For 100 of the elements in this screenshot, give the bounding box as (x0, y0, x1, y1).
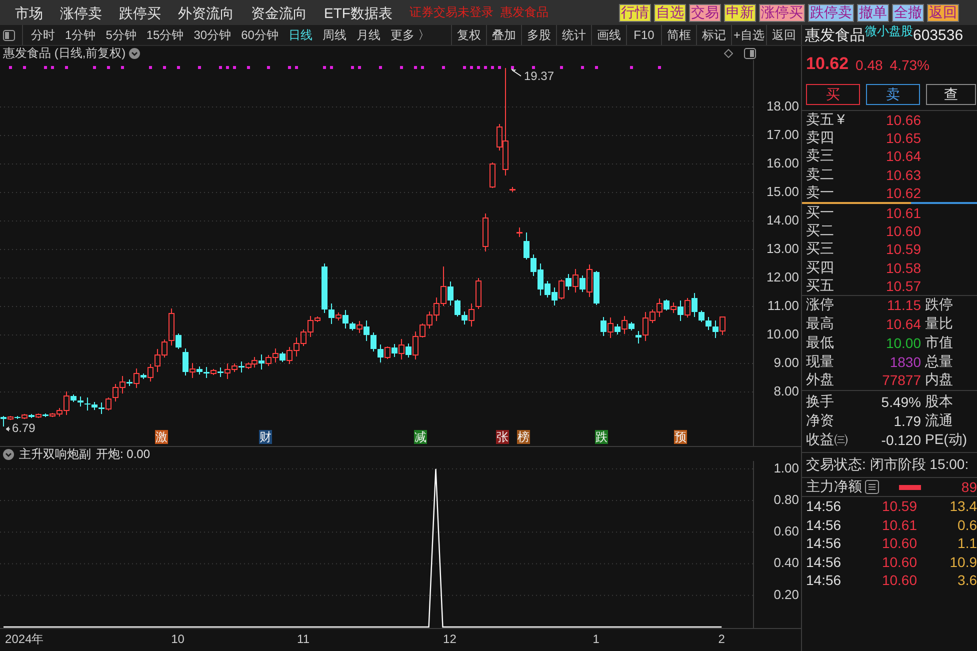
quick-action-button[interactable]: 申新 (724, 4, 756, 22)
stat-label: 最低 (806, 334, 835, 352)
menu-item[interactable]: 资金流向 (251, 4, 307, 20)
tool-button[interactable]: 叠加 (486, 25, 521, 45)
stock-code: 603536 (913, 27, 964, 45)
period-tab[interactable]: 周线 (318, 28, 350, 42)
ask-label: 卖四 (806, 129, 834, 148)
net-flow-value: 89 (961, 479, 977, 496)
low-price-label: 6.79 (12, 421, 36, 436)
x-axis-label: 10 (171, 632, 184, 646)
y-axis-label: 15.00 (766, 184, 799, 199)
rising-candle (510, 186, 516, 193)
list-icon[interactable] (865, 480, 879, 494)
trade-price: 10.60 (880, 554, 917, 570)
trade-price: 10.60 (880, 572, 917, 588)
stat-value: 10.64 (884, 316, 921, 332)
y-axis-label: 0.40 (774, 555, 799, 570)
ask-price: 10.66 (884, 112, 921, 128)
menu-item[interactable]: 外资流向 (178, 4, 234, 20)
period-tab[interactable]: 60分钟 (237, 28, 282, 42)
period-tab[interactable]: 月线 (352, 28, 384, 42)
period-tab[interactable]: 30分钟 (190, 28, 236, 42)
trade-price: 10.59 (880, 498, 917, 514)
leader-arrow (511, 69, 522, 76)
event-marker[interactable]: 张 (496, 430, 509, 444)
y-axis-label: 8.00 (774, 383, 799, 398)
y-axis-label: 10.00 (766, 326, 799, 342)
quick-action-button[interactable]: 返回 (927, 4, 959, 22)
falling-candle (126, 378, 132, 386)
event-marker[interactable]: 减 (414, 430, 427, 444)
period-tab[interactable]: 日线 (284, 28, 316, 42)
period-tab[interactable]: 15分钟 (142, 28, 188, 42)
period-tab[interactable]: 1分钟 (61, 28, 100, 42)
menu-item[interactable]: 市场 (15, 4, 43, 20)
stat-label: 外盘 (806, 371, 835, 390)
falling-candle (580, 274, 586, 292)
trade-volume: 10.9 (948, 554, 977, 570)
bid-label: 买二 (806, 222, 834, 240)
falling-candle (238, 360, 244, 373)
menu-item[interactable]: ETF数据表 (324, 4, 392, 20)
tool-button[interactable]: +自选 (731, 25, 766, 45)
x-axis-label: 2024年 (5, 632, 44, 646)
chevron-circle-icon[interactable] (3, 449, 14, 460)
rising-candle (22, 414, 28, 420)
y-axis-label: 0.20 (774, 586, 799, 602)
chart-title: 惠发食品 (日线,前复权) (3, 44, 126, 62)
leader-arrow (6, 426, 10, 432)
falling-candle (678, 300, 684, 322)
event-marker[interactable]: 跌 (595, 430, 608, 444)
rising-candle (336, 312, 342, 321)
quick-action-button[interactable]: 跌停卖 (808, 4, 854, 22)
ask-price: 10.64 (884, 148, 921, 164)
tool-button[interactable]: 返回 (766, 25, 801, 45)
more-menu[interactable]: 更多 〉 (386, 28, 434, 42)
event-marker[interactable]: 激 (155, 430, 168, 444)
tool-button[interactable]: 统计 (556, 25, 591, 45)
panel-toggle-icon[interactable] (744, 48, 756, 58)
x-axis-label: 11 (297, 632, 310, 646)
event-marker[interactable]: 榜 (517, 430, 530, 444)
stat-value: 1.79 (892, 413, 921, 430)
rising-candle (490, 162, 496, 189)
stat-value: 5.49% (880, 394, 921, 410)
chevron-circle-icon[interactable] (128, 48, 140, 58)
trade-status: 交易状态: 闭市阶段 15:00: (806, 456, 969, 474)
y-axis-label: 0.80 (774, 492, 799, 507)
period-tab[interactable]: 分时 (27, 28, 59, 42)
diamond-icon[interactable] (724, 48, 733, 58)
tool-button[interactable]: 简框 (661, 25, 696, 45)
stat-value: 10.00 (884, 334, 921, 351)
event-marker[interactable]: 预 (674, 430, 687, 444)
rising-candle (8, 415, 14, 421)
query-button[interactable]: 查 (926, 84, 976, 105)
falling-candle (258, 354, 264, 370)
y-axis-label: 16.00 (766, 155, 799, 170)
quick-action-button[interactable]: 行情 (619, 4, 651, 22)
y-axis-label: 12.00 (766, 269, 799, 284)
rising-candle (190, 362, 196, 378)
buy-button[interactable]: 买 (806, 84, 860, 105)
quick-action-button[interactable]: 全撤 (892, 4, 924, 22)
stat-label: PE(动) (925, 430, 967, 449)
menu-item[interactable]: 涨停卖 (60, 4, 102, 20)
bid-label: 买五 (806, 276, 834, 295)
x-axis-label: 1 (592, 632, 600, 646)
tool-button[interactable]: F10 (626, 25, 661, 45)
tool-button[interactable]: 多股 (521, 25, 556, 45)
stat-label: 量比 (925, 315, 953, 334)
falling-candle (600, 316, 606, 336)
tool-button[interactable]: 画线 (591, 25, 626, 45)
falling-candle (0, 415, 6, 427)
menu-item[interactable]: 跌停买 (119, 4, 161, 20)
period-tab[interactable]: 5分钟 (102, 28, 140, 42)
sell-button[interactable]: 卖 (866, 84, 920, 105)
x-axis-label: 12 (443, 632, 456, 646)
tool-button[interactable]: 复权 (451, 25, 486, 45)
event-marker[interactable]: 财 (259, 430, 272, 444)
tool-button[interactable]: 标记 (696, 25, 731, 45)
quick-action-button[interactable]: 自选 (654, 4, 686, 22)
panel-toggle-icon[interactable] (3, 30, 15, 40)
rising-candle (572, 268, 578, 293)
quick-action-button[interactable]: 撤单 (857, 4, 889, 22)
